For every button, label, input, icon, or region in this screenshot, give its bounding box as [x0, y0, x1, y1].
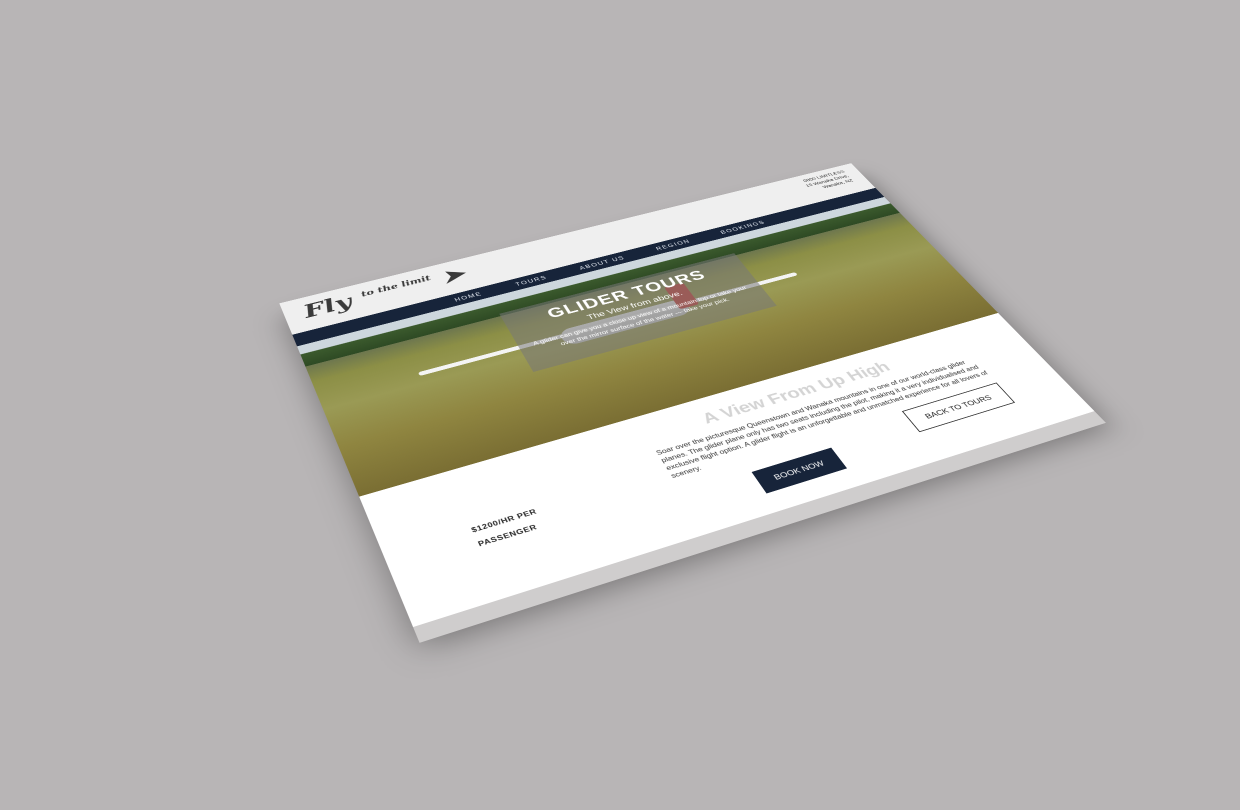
logo-fly: Fly [300, 291, 356, 323]
paper-plane-icon: ➤ [436, 263, 470, 288]
price-unit: HR PER [499, 507, 539, 526]
contact-info: 0800 LIMITLESS 15 Wanaka Drive, Wanaka, … [801, 170, 856, 194]
price: $1200/HR PER PASSENGER [468, 504, 547, 551]
logo-tagline: to the limit [359, 273, 433, 299]
book-now-button[interactable]: BOOK NOW [751, 447, 847, 494]
price-amount: $1200/ [470, 518, 503, 535]
website-mockup: Fly to the limit ➤ 0800 LIMITLESS 15 Wan… [279, 163, 1095, 628]
mockup-stage: Fly to the limit ➤ 0800 LIMITLESS 15 Wan… [0, 0, 1240, 810]
